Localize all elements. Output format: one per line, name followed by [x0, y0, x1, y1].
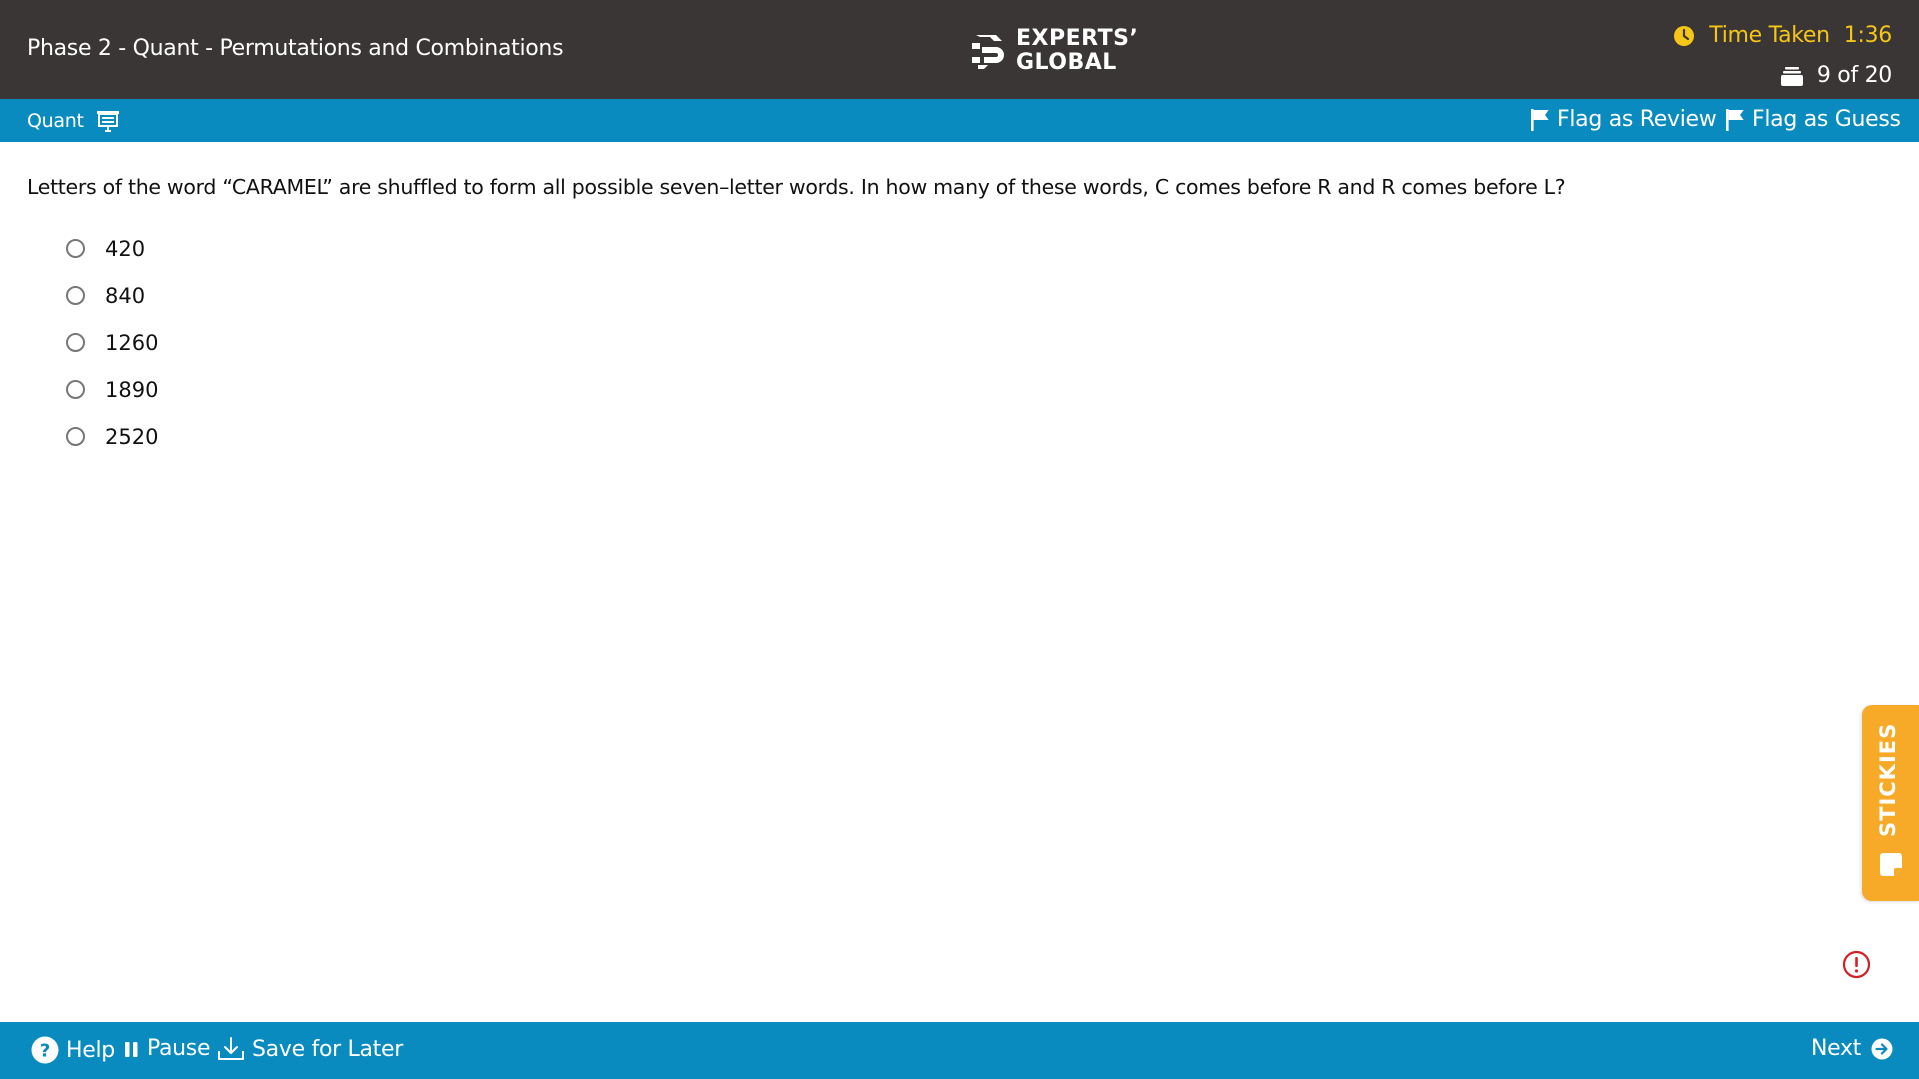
clock-icon — [1674, 25, 1695, 46]
question-progress: 9 of 20 — [1780, 63, 1892, 88]
top-header: Phase 2 - Quant - Permutations and Combi… — [0, 0, 1919, 99]
flag-icon — [1726, 108, 1744, 131]
option-label: 840 — [105, 283, 146, 308]
stickies-label: STICKIES — [1876, 722, 1900, 837]
alert-icon[interactable] — [1842, 950, 1871, 979]
logo-text: EXPERTS’ GLOBAL — [1016, 27, 1138, 75]
next-label: Next — [1810, 1036, 1861, 1061]
option-label: 1890 — [105, 377, 159, 402]
help-icon: ? — [31, 1036, 59, 1064]
radio-button[interactable] — [66, 427, 85, 446]
answer-options: 420 840 1260 1890 2520 — [66, 225, 158, 460]
answer-option[interactable]: 1890 — [66, 366, 158, 413]
answer-option[interactable]: 840 — [66, 272, 158, 319]
page-title: Phase 2 - Quant - Permutations and Combi… — [27, 36, 564, 61]
save-for-later-label: Save for Later — [252, 1036, 403, 1062]
time-taken: Time Taken 1:36 — [1673, 23, 1892, 48]
radio-button[interactable] — [66, 286, 85, 305]
question-stack-icon — [1780, 66, 1803, 86]
time-taken-value: 1:36 — [1843, 23, 1893, 48]
flag-as-review-button[interactable]: Flag as Review — [1531, 107, 1717, 132]
flag-icon — [1531, 108, 1549, 131]
logo-line-2: GLOBAL — [1016, 50, 1117, 75]
section-name: Quant — [27, 110, 84, 132]
next-button[interactable]: Next — [1811, 1036, 1893, 1061]
experts-global-logo: EXPERTS’ GLOBAL — [970, 26, 1138, 76]
answer-option[interactable]: 420 — [66, 225, 158, 272]
stickies-tab[interactable]: STICKIES — [1862, 705, 1919, 901]
radio-button[interactable] — [66, 380, 85, 399]
next-arrow-icon — [1871, 1038, 1893, 1059]
pause-button[interactable]: Pause — [124, 1036, 211, 1061]
option-label: 2520 — [105, 424, 159, 449]
radio-button[interactable] — [66, 239, 85, 258]
flag-as-review-label: Flag as Review — [1557, 107, 1717, 132]
bottom-toolbar: ? Help Pause Save for Later Next — [0, 1022, 1919, 1079]
option-label: 420 — [105, 236, 146, 261]
section-label: Quant — [27, 109, 120, 133]
flag-as-guess-button[interactable]: Flag as Guess — [1726, 107, 1901, 132]
answer-option[interactable]: 1260 — [66, 319, 158, 366]
answer-option[interactable]: 2520 — [66, 413, 158, 460]
svg-text:?: ? — [40, 1041, 50, 1062]
question-text: Letters of the word “CARAMEL” are shuffl… — [27, 175, 1566, 199]
logo-icon — [972, 35, 1004, 69]
help-button[interactable]: ? Help — [31, 1036, 115, 1064]
test-app: Phase 2 - Quant - Permutations and Combi… — [0, 0, 1919, 1079]
pause-icon — [125, 1041, 138, 1057]
save-for-later-button[interactable]: Save for Later — [217, 1036, 403, 1062]
radio-button[interactable] — [66, 333, 85, 352]
sticky-note-icon — [1880, 853, 1902, 876]
time-taken-label: Time Taken — [1709, 23, 1830, 48]
help-label: Help — [66, 1037, 115, 1063]
option-label: 1260 — [105, 330, 159, 355]
download-icon — [218, 1037, 244, 1060]
question-counter: 9 of 20 — [1816, 63, 1892, 88]
logo-line-1: EXPERTS’ — [1016, 26, 1139, 51]
section-toolbar: Quant Flag as Review Flag as Guess — [0, 99, 1919, 142]
flag-as-guess-label: Flag as Guess — [1752, 107, 1901, 132]
pause-label: Pause — [147, 1036, 211, 1061]
presentation-icon[interactable] — [96, 109, 120, 133]
